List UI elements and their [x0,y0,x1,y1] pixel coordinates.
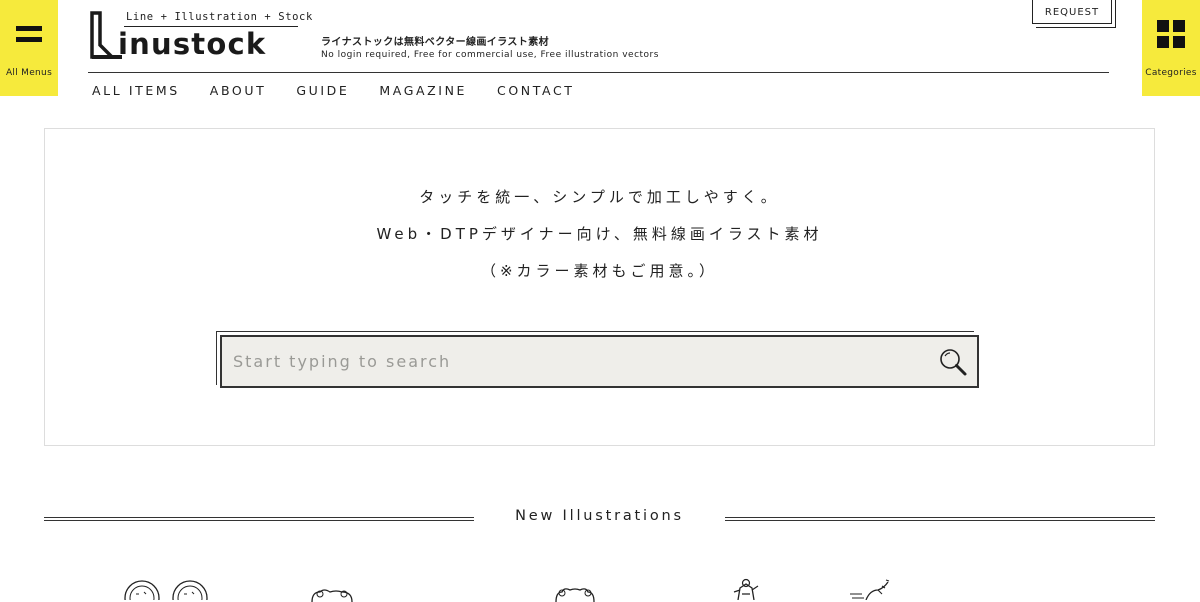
all-menus-label: All Menus [5,68,53,78]
site-description: ライナストックは無料ベクター線画イラスト素材 No login required… [321,36,659,62]
hero-line-3: （※カラー素材もご用意。） [480,262,719,280]
nav-contact[interactable]: CONTACT [497,83,574,98]
search-icon [940,348,967,375]
new-illustrations-heading: New Illustrations [44,505,1155,533]
hero-line-1: タッチを統一、シンプルで加工しやすく。 [419,188,780,206]
search-input[interactable] [222,337,929,386]
heading-rule-right [725,517,1155,521]
logo-tagline: Line + Illustration + Stock [126,11,313,23]
search-bar [220,335,979,388]
section-title: New Illustrations [515,508,684,524]
illustration-thumbnail-4[interactable] [728,578,762,600]
request-button[interactable]: REQUEST [1032,0,1112,24]
site-description-en: No login required, Free for commercial u… [321,50,659,60]
grid-icon [1157,0,1185,68]
all-menus-button[interactable]: All Menus [0,0,58,96]
hero-line-2: Web・DTPデザイナー向け、無料線画イラスト素材 [376,225,823,243]
nav-magazine[interactable]: MAGAZINE [379,83,467,98]
heading-rule-left [44,517,474,521]
illustration-thumbnail-1[interactable] [122,574,214,600]
illustration-thumbnail-5[interactable] [848,578,896,600]
nav-about[interactable]: ABOUT [210,83,267,98]
main-nav: ALL ITEMS ABOUT GUIDE MAGAZINE CONTACT [92,83,605,98]
header-divider [88,72,1109,73]
hamburger-icon [16,0,42,68]
logo-wordmark: inustock [118,27,267,61]
hero-panel: タッチを統一、シンプルで加工しやすく。 Web・DTPデザイナー向け、無料線画イ… [44,128,1155,446]
search-button[interactable] [929,337,977,386]
categories-label: Categories [1145,68,1197,78]
nav-all-items[interactable]: ALL ITEMS [92,83,180,98]
categories-button[interactable]: Categories [1142,0,1200,96]
nav-guide[interactable]: GUIDE [296,83,349,98]
site-description-jp: ライナストックは無料ベクター線画イラスト素材 [321,37,549,48]
site-logo[interactable]: Line + Illustration + Stock inustock [90,10,312,62]
